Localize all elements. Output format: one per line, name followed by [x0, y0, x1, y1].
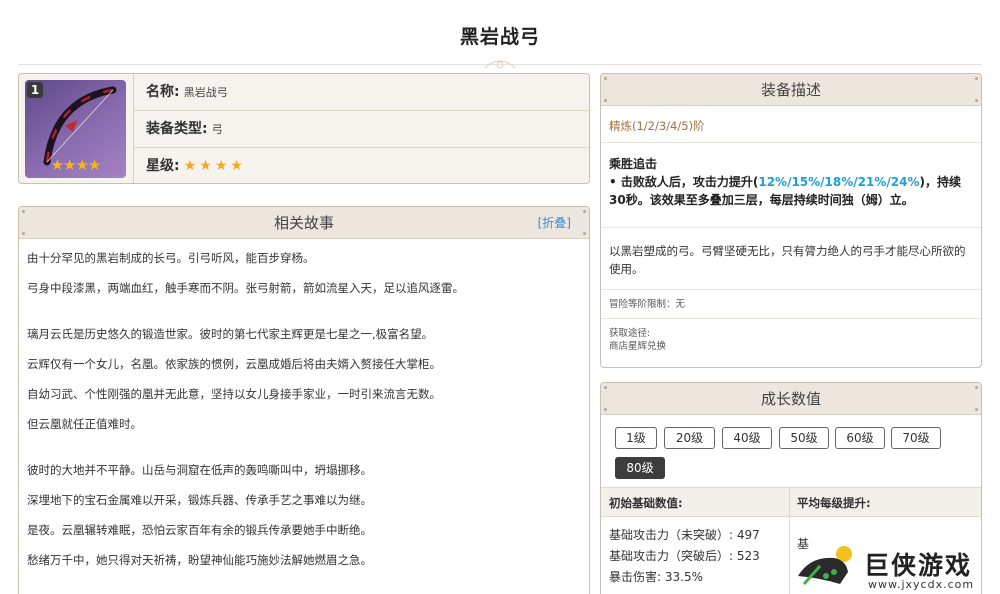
obtain-source: 获取途径: 商店星辉兑换 — [601, 319, 981, 353]
stats-header: 初始基础数值: 平均每级提升: — [601, 487, 981, 517]
base-stats-heading: 初始基础数值: — [609, 496, 683, 510]
story-paragraph: 是夜。云凰辗转难眠，恐怕云家百年有余的锻兵传承要她手中断绝。 — [27, 523, 372, 537]
star-label: 星级: — [146, 158, 180, 174]
description-header: 装备描述 — [601, 74, 981, 106]
growth-header: 成长数值 — [601, 383, 981, 415]
story-body: 由十分罕见的黑岩制成的长弓。引弓听风，能百步穿杨。 弓身中段漆黑，两端血红，触手… — [19, 239, 589, 580]
story-paragraph: 深埋地下的宝石金属难以开采，锻炼兵器、传承手艺之事难以为继。 — [27, 493, 372, 507]
watermark-brand: 巨侠游戏 — [864, 551, 973, 580]
thumbnail-star-rating: ★★★★ — [50, 156, 102, 174]
story-paragraph: 自幼习武、个性刚强的凰并无此意，坚持以女儿身接手家业，一时引来流言无数。 — [27, 387, 441, 401]
level-tab[interactable]: 1级 — [615, 427, 657, 449]
refine-levels: 精炼(1/2/3/4/5)阶 — [609, 119, 705, 133]
story-paragraph: 璃月云氏是历史悠久的锻造世家。彼时的第七代家主辉更是七星之一,极富名望。 — [27, 327, 434, 341]
growth-title: 成长数值 — [760, 390, 821, 408]
name-label: 名称: — [146, 84, 180, 100]
name-value: 黑岩战弓 — [183, 86, 228, 99]
story-paragraph: 弓身中段漆黑，两端血红，触手寒而不阴。张弓射箭，箭如流星入天，足以追风逐雷。 — [27, 281, 464, 295]
skill-description: 乘胜追击 • 击败敌人后，攻击力提升(12%/15%/18%/21%/24%)，… — [601, 143, 981, 227]
description-panel: 装备描述 精炼(1/2/3/4/5)阶 乘胜追击 • 击败敌人后，攻击力提升(1… — [600, 73, 982, 368]
level-limit: 冒险等阶限制：无 — [609, 299, 686, 310]
story-title: 相关故事 — [273, 214, 334, 232]
watermark-url: www.jxycdx.com — [868, 578, 975, 591]
fold-link[interactable]: [折叠] — [538, 207, 571, 239]
story-paragraph: 但云凰就任正值难时。 — [27, 417, 142, 431]
story-paragraph: 云辉仅有一个女儿，名凰。依家族的惯例，云凰成婚后将由夫婿入赘接任大掌柜。 — [27, 357, 441, 371]
watermark-logo-icon — [798, 546, 852, 585]
flavor-text: 以黑岩塑成的弓。弓臂坚硬无比，只有膂力绝人的弓手才能尽心所欲的使用。 — [609, 244, 966, 276]
type-row: 装备类型: 弓 — [133, 111, 589, 148]
story-paragraph: 愁绪万千中，她只得对天祈祷，盼望神仙能巧施妙法解她燃眉之急。 — [27, 553, 372, 567]
story-paragraph: 由十分罕见的黑岩制成的长弓。引弓听风，能百步穿杨。 — [27, 251, 315, 265]
type-value: 弓 — [211, 123, 223, 136]
name-row: 名称: 黑岩战弓 — [133, 74, 589, 111]
story-panel: 相关故事 [折叠] 由十分罕见的黑岩制成的长弓。引弓听风，能百步穿杨。 弓身中段… — [18, 206, 590, 594]
skill-name: 乘胜追击 — [609, 157, 658, 171]
level-tab-active[interactable]: 80级 — [615, 457, 665, 479]
star-rating-icon: ★★★★ — [183, 158, 246, 174]
page-title: 黑岩战弓 — [459, 26, 540, 48]
weapon-thumbnail: 1 ★★★★ — [25, 80, 126, 178]
level-tab[interactable]: 70级 — [891, 427, 941, 449]
star-row: 星级: ★★★★ — [133, 148, 589, 183]
level-tab[interactable]: 50级 — [779, 427, 829, 449]
stat-line: 暴击伤害: 33.5% — [609, 570, 703, 584]
title-ornament-icon — [484, 60, 516, 69]
item-info-panel: 1 ★★★★ 名称: 黑岩战弓 装备类型: 弓 星级: ★★★★ — [18, 73, 590, 184]
base-stats: 基础攻击力（未突破）: 497 基础攻击力（突破后）: 523 暴击伤害: 33… — [609, 525, 760, 588]
type-label: 装备类型: — [146, 121, 208, 137]
level-tab[interactable]: 60级 — [835, 427, 885, 449]
skill-effect: • 击败敌人后，攻击力提升(12%/15%/18%/21%/24%)，持续30秒… — [609, 175, 961, 207]
description-title: 装备描述 — [760, 81, 821, 99]
level-tab[interactable]: 40级 — [722, 427, 772, 449]
avg-growth-heading: 平均每级提升: — [797, 496, 871, 510]
story-header: 相关故事 [折叠] — [19, 207, 589, 239]
story-paragraph: 彼时的大地并不平静。山岳与洞窟在低声的轰鸣嘶叫中，坍塌挪移。 — [27, 463, 372, 477]
obtain-value: 商店星辉兑换 — [609, 341, 667, 352]
obtain-label: 获取途径: — [609, 328, 651, 339]
stat-line: 基础攻击力（未突破）: 497 — [609, 528, 760, 542]
skill-values: 12%/15%/18%/21%/24% — [758, 175, 920, 189]
site-watermark: 巨侠游戏 www.jxycdx.com — [790, 536, 990, 592]
level-tab[interactable]: 20级 — [664, 427, 715, 449]
stat-line: 基础攻击力（突破后）: 523 — [609, 549, 760, 563]
rank-badge: 1 — [27, 82, 43, 98]
